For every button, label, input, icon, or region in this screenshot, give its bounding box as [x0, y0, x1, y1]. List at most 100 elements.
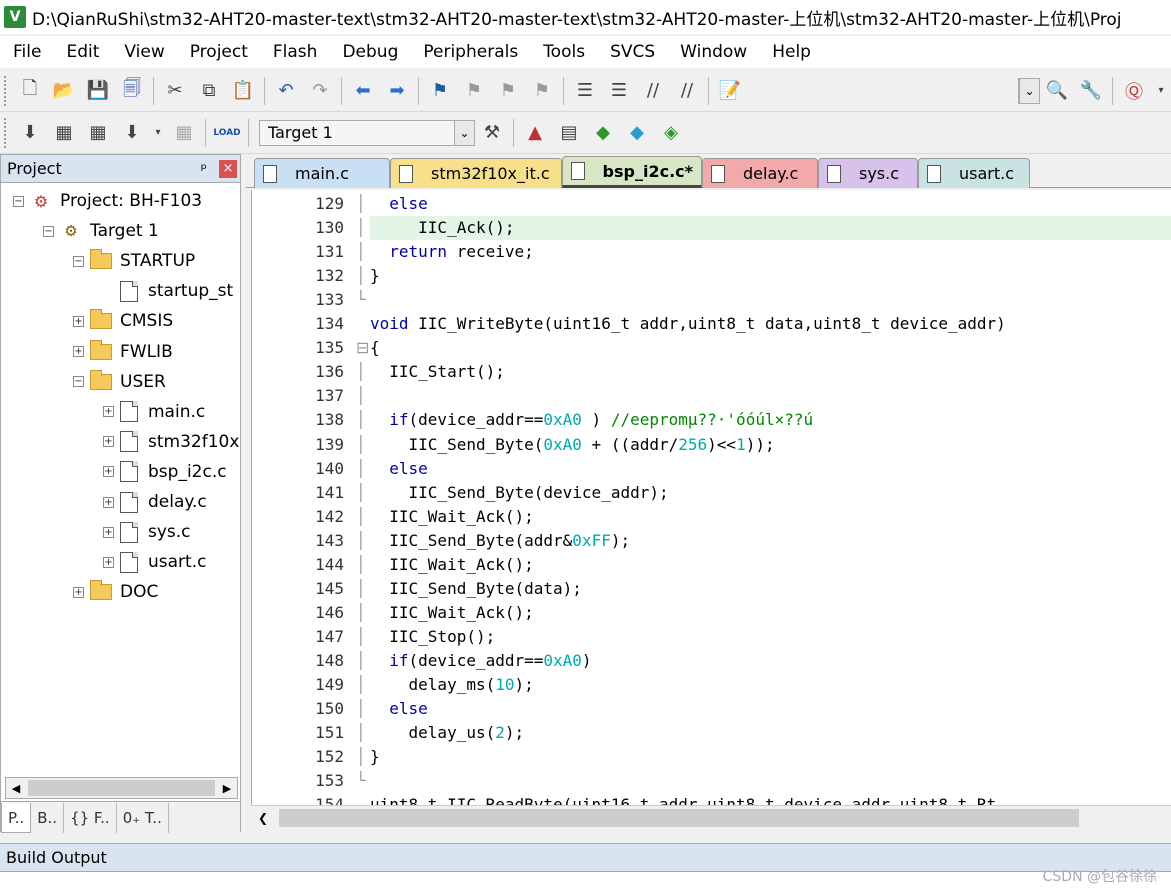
collapse-icon[interactable]: −: [73, 376, 84, 388]
translate-icon[interactable]: ⬇: [17, 120, 43, 146]
comment-icon[interactable]: //: [640, 78, 666, 104]
tree-node[interactable]: + bsp_i2c.c: [103, 458, 227, 486]
stop-build-icon[interactable]: ▦: [171, 120, 197, 146]
unindent-icon[interactable]: ☰: [606, 78, 632, 104]
tree-node[interactable]: + DOC: [73, 578, 158, 606]
select-packs-icon[interactable]: ◆: [624, 120, 650, 146]
scroll-left-icon[interactable]: ❮: [251, 807, 275, 829]
copy-icon[interactable]: ⧉: [196, 78, 222, 104]
tree-node[interactable]: + stm32f10x: [103, 428, 239, 456]
expand-icon[interactable]: +: [73, 315, 84, 327]
tree-node[interactable]: − USER: [73, 368, 166, 396]
scroll-left-icon[interactable]: ◀: [6, 778, 26, 798]
chevron-down-icon[interactable]: ▾: [153, 120, 163, 146]
indent-icon[interactable]: ☰: [572, 78, 598, 104]
tree-node[interactable]: + FWLIB: [73, 338, 173, 366]
target-select[interactable]: Target 1 ⌄: [259, 119, 475, 146]
target-options-icon[interactable]: ⚒: [479, 120, 505, 146]
save-icon[interactable]: 💾: [85, 78, 111, 104]
configure-icon[interactable]: 🔧: [1078, 78, 1104, 104]
editor-hscrollbar[interactable]: ❮: [251, 805, 1171, 829]
tree-node[interactable]: + sys.c: [103, 518, 191, 546]
clear-bookmarks-icon[interactable]: ⚑: [529, 78, 555, 104]
scrollbar-thumb[interactable]: [279, 808, 1079, 827]
download-load-icon[interactable]: LOAD: [213, 120, 240, 146]
rebuild-icon[interactable]: ▦: [85, 120, 111, 146]
run-time-env-icon[interactable]: ◈: [658, 120, 684, 146]
tree-node[interactable]: + CMSIS: [73, 307, 173, 335]
menu-svcs[interactable]: SVCS: [597, 42, 667, 62]
scrollbar-thumb[interactable]: [28, 780, 215, 796]
prev-bookmark-icon[interactable]: ⚑: [461, 78, 487, 104]
build-icon[interactable]: ▦: [51, 120, 77, 146]
next-bookmark-icon[interactable]: ⚑: [495, 78, 521, 104]
nav-forward-icon[interactable]: ➡: [384, 78, 410, 104]
tree-node[interactable]: + main.c: [103, 398, 205, 426]
editor-tab[interactable]: sys.c: [818, 158, 918, 188]
menu-flash[interactable]: Flash: [260, 42, 330, 62]
tree-node[interactable]: startup_st: [103, 277, 233, 305]
code-editor[interactable]: 129 130 131 132 133 134 135 136 137 138 139 140 141 1…: [251, 190, 1171, 805]
menu-peripherals[interactable]: Peripherals: [410, 42, 530, 62]
editor-tab[interactable]: main.c: [254, 158, 390, 188]
expand-icon[interactable]: +: [103, 556, 114, 568]
menu-window[interactable]: Window: [667, 42, 759, 62]
editor-tab[interactable]: bsp_i2c.c*: [562, 156, 702, 188]
open-folder-icon[interactable]: 📂: [51, 78, 77, 104]
manage-components-icon[interactable]: ▲: [522, 120, 548, 146]
tree-node[interactable]: − STARTUP: [73, 247, 195, 275]
file-extensions-icon[interactable]: ▤: [556, 120, 582, 146]
fold-collapse-icon[interactable]: ⊟: [356, 338, 370, 358]
pack-installer-icon[interactable]: ◆: [590, 120, 616, 146]
build-output-pane[interactable]: [0, 871, 1171, 895]
panel-tab[interactable]: {} F..: [64, 803, 117, 833]
menu-edit[interactable]: Edit: [53, 42, 111, 62]
scroll-right-icon[interactable]: ▶: [217, 778, 237, 798]
pin-icon[interactable]: ᵖ: [201, 160, 207, 178]
toolbar-grip[interactable]: [4, 75, 7, 106]
new-file-icon[interactable]: 🗋: [17, 78, 43, 104]
undo-icon[interactable]: ↶: [273, 78, 299, 104]
editor-tab[interactable]: usart.c: [918, 158, 1030, 188]
tree-node[interactable]: + usart.c: [103, 548, 206, 576]
panel-tab[interactable]: B..: [31, 803, 65, 833]
expand-icon[interactable]: +: [103, 406, 114, 418]
debug-session-icon[interactable]: Ⓠ: [1121, 78, 1147, 104]
find-in-files-icon[interactable]: 📝: [717, 78, 743, 104]
expand-icon[interactable]: +: [103, 436, 114, 448]
expand-icon[interactable]: +: [73, 346, 84, 357]
collapse-icon[interactable]: −: [13, 195, 24, 207]
menu-tools[interactable]: Tools: [530, 42, 597, 62]
paste-icon[interactable]: 📋: [230, 78, 256, 104]
menu-debug[interactable]: Debug: [329, 42, 410, 62]
menu-help[interactable]: Help: [759, 42, 823, 62]
find-dropdown[interactable]: ⌄: [1018, 77, 1040, 104]
tree-node[interactable]: + delay.c: [103, 488, 207, 516]
search-doc-icon[interactable]: 🔍: [1044, 78, 1070, 104]
close-icon[interactable]: ×: [219, 159, 237, 178]
menu-project[interactable]: Project: [177, 42, 260, 62]
redo-icon[interactable]: ↷: [307, 78, 333, 104]
chevron-down-icon[interactable]: ▾: [1155, 78, 1167, 104]
editor-tab[interactable]: stm32f10x_it.c: [390, 158, 562, 188]
project-hscrollbar[interactable]: ◀ ▶: [5, 777, 238, 799]
nav-back-icon[interactable]: ⬅: [350, 78, 376, 104]
batch-build-icon[interactable]: ⬇: [119, 120, 145, 146]
tree-node[interactable]: − ⚙ Project: BH-F103: [13, 187, 202, 215]
save-all-icon[interactable]: 🗐: [119, 78, 145, 104]
expand-icon[interactable]: +: [103, 466, 114, 478]
panel-tab[interactable]: 0₊ T..: [117, 803, 169, 833]
toolbar-grip[interactable]: [4, 117, 7, 148]
tree-node[interactable]: − ⚙ Target 1: [43, 217, 159, 245]
menu-view[interactable]: View: [111, 42, 176, 62]
bookmark-icon[interactable]: ⚑: [427, 78, 453, 104]
editor-tab[interactable]: delay.c: [702, 158, 818, 188]
expand-icon[interactable]: +: [103, 496, 114, 508]
expand-icon[interactable]: +: [103, 526, 114, 538]
cut-icon[interactable]: ✂: [162, 78, 188, 104]
collapse-icon[interactable]: −: [73, 255, 84, 267]
collapse-icon[interactable]: −: [43, 225, 54, 237]
panel-tab[interactable]: P..: [1, 803, 32, 833]
expand-icon[interactable]: +: [73, 586, 84, 598]
uncomment-icon[interactable]: //: [674, 78, 700, 104]
